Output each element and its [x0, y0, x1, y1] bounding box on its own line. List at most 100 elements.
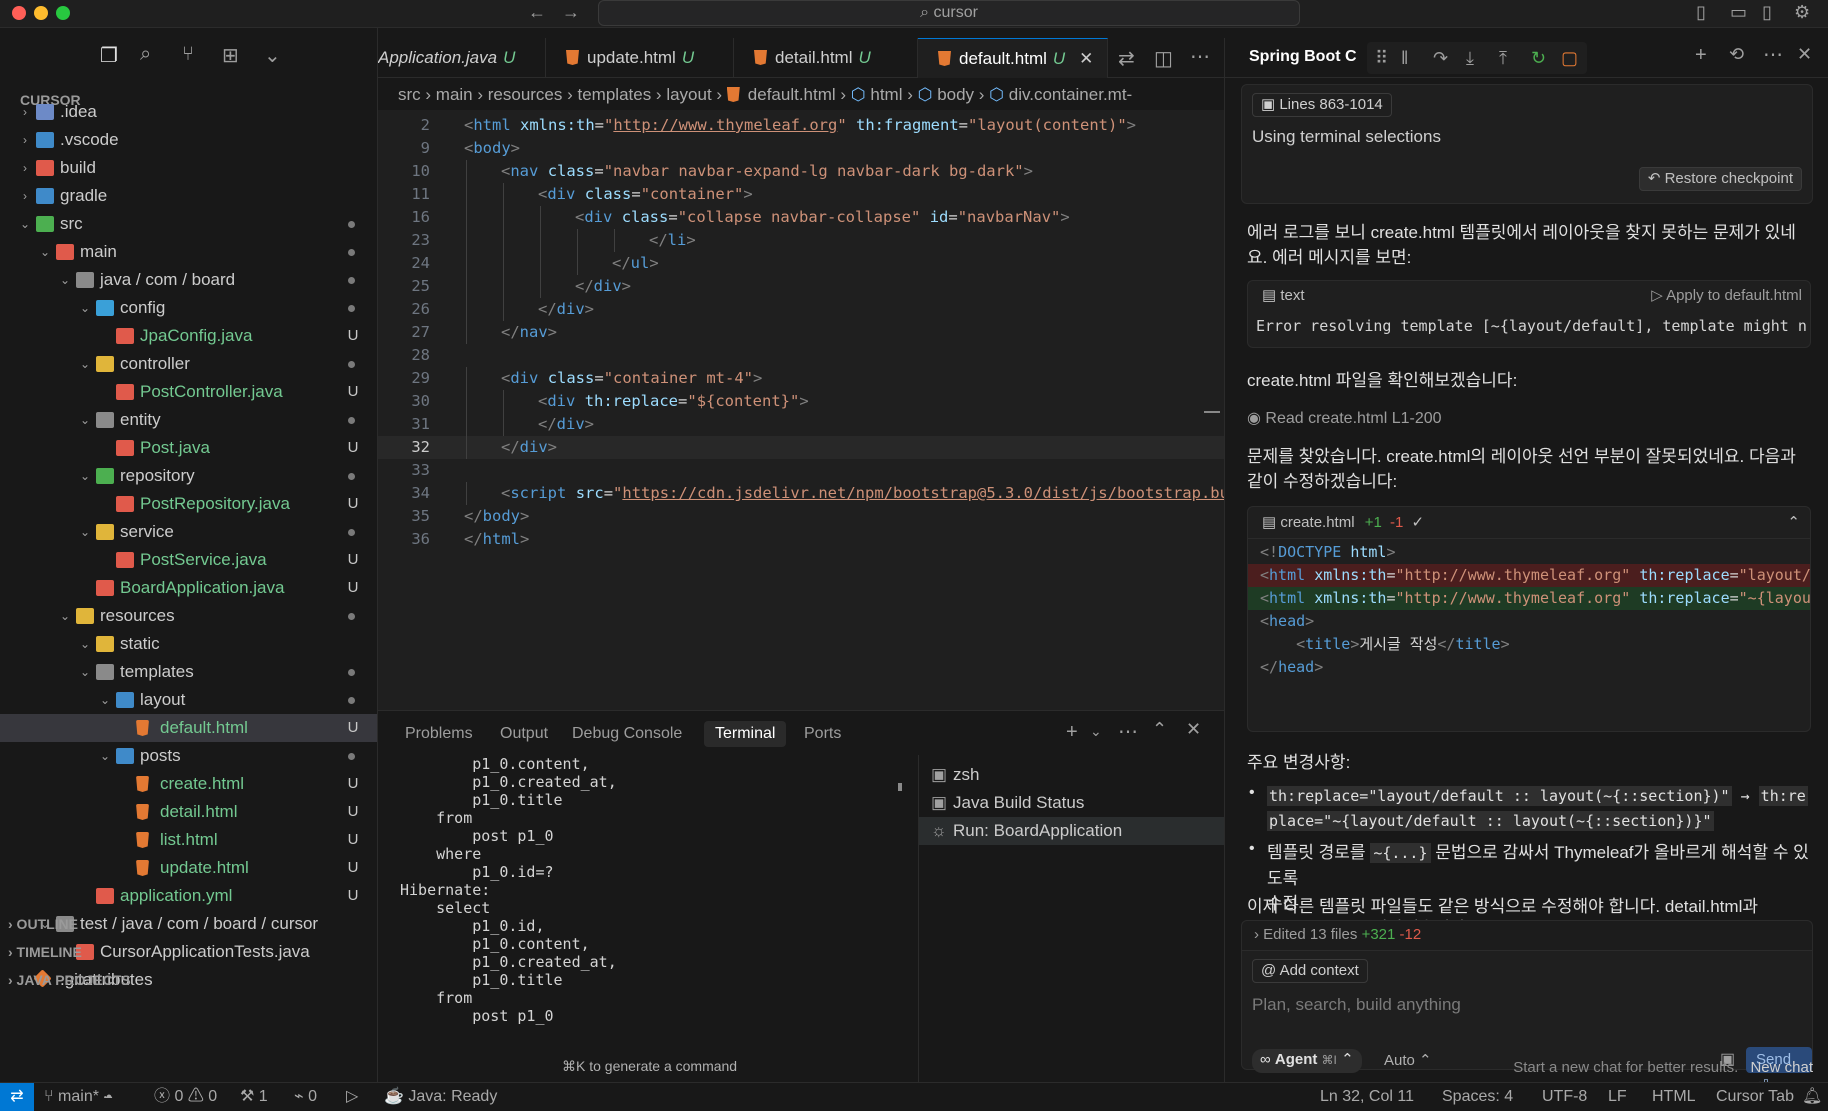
tab-update-html[interactable]: update.html U [546, 38, 734, 78]
panel-tab-terminal[interactable]: Terminal [704, 721, 787, 747]
chevron-down-icon[interactable]: ⌄ [98, 686, 112, 714]
code-line[interactable]: 32 </div> [378, 436, 1224, 459]
chevron-down-icon[interactable]: ⌄ [58, 266, 72, 294]
sidebar-section-timeline[interactable]: › TIMELINE [0, 938, 377, 966]
back-arrow-icon[interactable]: ← [528, 2, 546, 23]
tree-item[interactable]: ⌄ config [0, 294, 377, 322]
sidebar-section-outline[interactable]: › OUTLINE [0, 910, 377, 938]
new-terminal-icon[interactable]: + [1066, 721, 1078, 744]
tree-item[interactable]: application.yml U [0, 882, 377, 910]
ports-indicator[interactable]: ⌁ 0 [294, 1083, 317, 1111]
cursor-position[interactable]: Ln 32, Col 11 [1320, 1083, 1414, 1111]
tree-item[interactable]: ⌄ src [0, 210, 377, 238]
close-window-button[interactable] [12, 6, 26, 20]
tab-detail-html[interactable]: detail.html U [734, 38, 918, 78]
maximize-panel-icon[interactable]: ⌃ [1152, 719, 1167, 740]
step-over-icon[interactable]: ↷ [1433, 42, 1448, 74]
tree-item[interactable]: BoardApplication.java U [0, 574, 377, 602]
code-line[interactable]: 25 </div> [378, 275, 1224, 298]
code-line[interactable]: 23 </li> [378, 229, 1224, 252]
tree-item[interactable]: ⌄ entity [0, 406, 377, 434]
tree-item[interactable]: ⌄ java / com / board [0, 266, 377, 294]
tree-item[interactable]: › .vscode [0, 126, 377, 154]
minimize-window-button[interactable] [34, 6, 48, 20]
chevron-right-icon[interactable]: › [18, 126, 32, 154]
terminal-list-item[interactable]: ▣ Java Build Status [919, 789, 1224, 817]
more-actions-icon[interactable]: ⋯ [1190, 44, 1210, 69]
encoding[interactable]: UTF-8 [1542, 1083, 1587, 1111]
edited-files-summary[interactable]: › Edited 13 files +321 -12 [1241, 920, 1813, 950]
search-icon[interactable]: ⌕ [140, 43, 151, 66]
restart-icon[interactable]: ↻ [1531, 42, 1546, 74]
apply-button[interactable]: ▷ Apply to default.html [1651, 281, 1802, 311]
close-panel-icon[interactable]: ✕ [1186, 719, 1201, 740]
branch-indicator[interactable]: ⑂ main* ☁ [44, 1083, 113, 1111]
remote-indicator-icon[interactable]: ⇄ [0, 1083, 34, 1111]
notifications-icon[interactable]: 🔔︎ [1802, 1083, 1822, 1111]
tree-item[interactable]: PostRepository.java U [0, 490, 377, 518]
code-line[interactable]: 9 <body> [378, 137, 1224, 160]
run-icon[interactable]: ▷ [346, 1083, 358, 1111]
terminal-list-item[interactable]: ☼ Run: BoardApplication [919, 817, 1224, 845]
toggle-panel-icon[interactable]: ▭ [1730, 2, 1747, 23]
tree-item[interactable]: ⌄ service [0, 518, 377, 546]
source-control-icon[interactable]: ⑂ [182, 43, 194, 66]
expand-icon[interactable]: ⌃ [1787, 507, 1800, 539]
cursor-tab[interactable]: Cursor Tab [1716, 1083, 1794, 1111]
new-chat-icon[interactable]: + [1695, 44, 1707, 67]
chevron-down-icon[interactable]: ⌄ [58, 602, 72, 630]
tree-item[interactable]: ⌄ posts [0, 742, 377, 770]
tree-item[interactable]: JpaConfig.java U [0, 322, 377, 350]
chevron-right-icon[interactable]: › [18, 98, 32, 126]
code-editor[interactable]: 2 <html xmlns:th="http://www.thymeleaf.or… [378, 110, 1224, 710]
settings-gear-icon[interactable]: ⚙ [1794, 2, 1810, 23]
code-line[interactable]: 24 </ul> [378, 252, 1224, 275]
code-line[interactable]: 35 </body> [378, 505, 1224, 528]
terminal-scrollbar[interactable] [898, 783, 902, 791]
tree-item[interactable]: update.html U [0, 854, 377, 882]
breadcrumb-item[interactable]: main [436, 85, 473, 104]
chevron-down-icon[interactable]: ⌄ [18, 210, 32, 238]
code-line[interactable]: 28 [378, 344, 1224, 367]
tree-item[interactable]: list.html U [0, 826, 377, 854]
chevron-right-icon[interactable]: › [18, 154, 32, 182]
command-search-box[interactable]: ⌕ cursor [598, 0, 1300, 26]
close-tab-icon[interactable]: ✕ [1079, 49, 1093, 68]
line-ending[interactable]: LF [1608, 1083, 1627, 1111]
tree-item[interactable]: default.html U [0, 714, 377, 742]
panel-tab-ports[interactable]: Ports [804, 721, 841, 747]
split-editor-icon[interactable]: ◫ [1154, 46, 1173, 71]
breadcrumb-item[interactable]: default.html [748, 85, 836, 104]
breadcrumb-item[interactable]: html [870, 85, 902, 104]
chevron-down-icon[interactable]: ⌄ [78, 406, 92, 434]
add-context-button[interactable]: @ Add context [1252, 959, 1368, 983]
tree-item[interactable]: ⌄ layout [0, 686, 377, 714]
tree-item[interactable]: › build [0, 154, 377, 182]
sidebar-section-java-projects[interactable]: › JAVA PROJECTS [0, 966, 377, 994]
tree-item[interactable]: ⌄ repository [0, 462, 377, 490]
chevron-down-icon[interactable]: ⌄ [264, 43, 281, 68]
chevron-down-icon[interactable]: ⌄ [78, 294, 92, 322]
read-file-step[interactable]: ◉ Read create.html L1-200 [1247, 406, 1442, 431]
breadcrumb-item[interactable]: body [937, 85, 974, 104]
restore-checkpoint-button[interactable]: ↶ Restore checkpoint [1638, 167, 1802, 191]
code-line[interactable]: 26 </div> [378, 298, 1224, 321]
tree-item[interactable]: ⌄ main [0, 238, 377, 266]
chevron-down-icon[interactable]: ⌄ [98, 742, 112, 770]
diff-header[interactable]: ▤ create.html +1 -1 ✓ ⌃ [1248, 507, 1810, 539]
code-line[interactable]: 2 <html xmlns:th="http://www.thymeleaf.or… [378, 114, 1224, 137]
terminal-output[interactable]: p1_0.content, p1_0.created_at, p1_0.titl… [400, 755, 900, 1055]
breadcrumb-item[interactable]: div.container.mt- [1009, 85, 1132, 104]
code-line[interactable]: 36 </html> [378, 528, 1224, 551]
context-chip[interactable]: ▣ Lines 863-1014 [1252, 93, 1392, 117]
tree-item[interactable]: create.html U [0, 770, 377, 798]
java-status[interactable]: ☕ Java: Ready [384, 1083, 497, 1111]
toggle-sidebar-icon[interactable]: ▯ [1696, 2, 1706, 23]
chevron-down-icon[interactable]: ⌄ [78, 630, 92, 658]
stop-icon[interactable]: ▢ [1561, 42, 1578, 74]
chevron-down-icon[interactable]: ⌄ [1090, 723, 1102, 740]
tree-item[interactable]: › gradle [0, 182, 377, 210]
toggle-secondary-sidebar-icon[interactable]: ▯ [1762, 2, 1772, 23]
tab-default-html[interactable]: default.html U ✕ [918, 38, 1108, 78]
chat-title[interactable]: Spring Boot C [1249, 48, 1357, 66]
